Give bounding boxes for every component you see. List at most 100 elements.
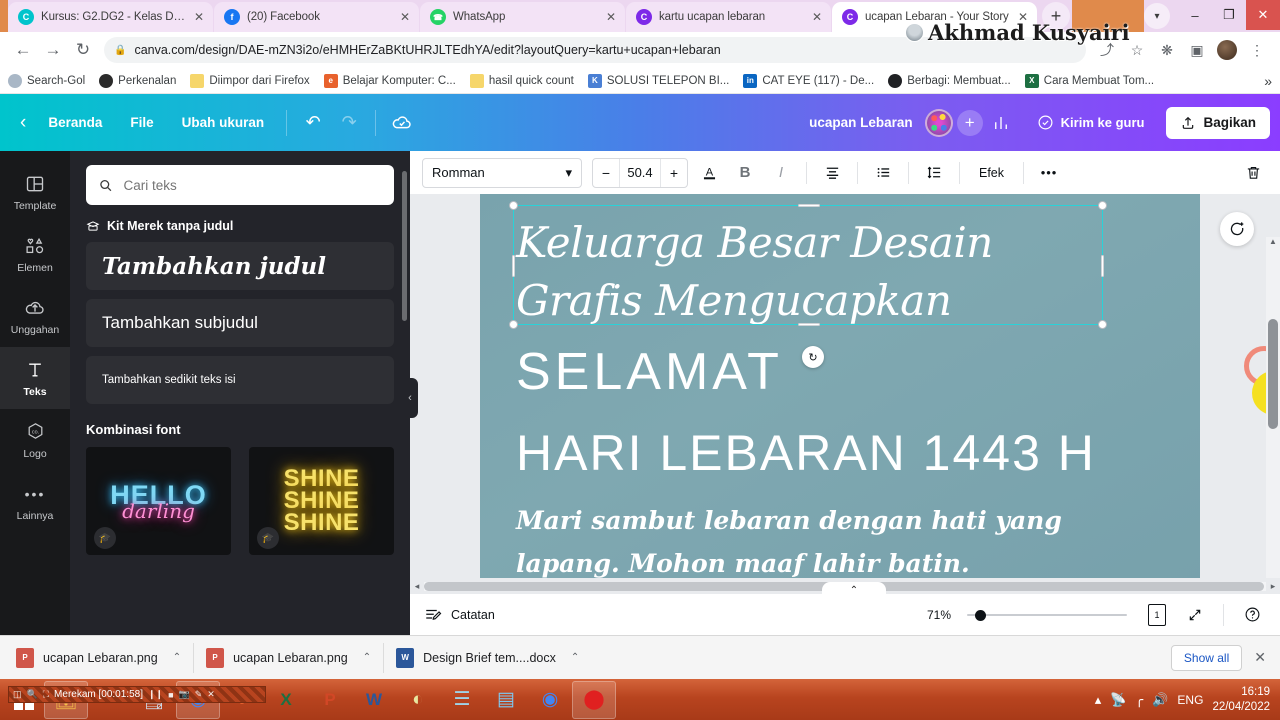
design-title[interactable]: ucapan Lebaran: [809, 115, 913, 130]
avatar[interactable]: [1212, 35, 1242, 65]
share-button[interactable]: Bagikan: [1166, 106, 1270, 139]
browser-tab[interactable]: (20) Facebook ✕: [214, 2, 419, 32]
tab-search-chevron-down-icon[interactable]: ▾: [1144, 3, 1170, 29]
extensions-puzzle-icon[interactable]: ❋: [1152, 35, 1182, 65]
bookmark-item[interactable]: hasil quick count: [469, 73, 574, 88]
scrollbar-thumb[interactable]: [1268, 319, 1278, 429]
chrome-menu-icon[interactable]: ⋮: [1242, 35, 1272, 65]
screen-recorder-toolbar[interactable]: ◫ 🔍 ⛶ Merekam [00:01:58] ❙❙ ■ 📷 ✎ ✕: [8, 686, 266, 703]
sidebar-item-lainnya[interactable]: ••• Lainnya: [0, 471, 70, 533]
redo-icon[interactable]: ↷: [331, 107, 367, 139]
download-item[interactable]: P ucapan Lebaran.png ⌃: [200, 642, 385, 673]
menu-ubah-ukuran[interactable]: Ubah ukuran: [168, 108, 279, 137]
canvas-text-sub[interactable]: Mari sambut lebaran dengan hati yang lap…: [516, 500, 1076, 585]
font-combo-card[interactable]: SHINE SHINE SHINE 🎓: [249, 447, 394, 555]
scroll-up-icon[interactable]: ▲: [1269, 237, 1277, 249]
trash-icon[interactable]: [1238, 158, 1268, 188]
fullscreen-icon[interactable]: [1181, 601, 1209, 629]
effects-button[interactable]: Efek: [970, 166, 1013, 180]
network-icon[interactable]: 📡: [1110, 692, 1126, 708]
chevron-up-icon[interactable]: ⌃: [173, 652, 181, 663]
paint-icon[interactable]: ◐: [396, 681, 440, 719]
page-count-badge[interactable]: 1: [1143, 601, 1171, 629]
add-subtitle-button[interactable]: Tambahkan subjudul: [86, 299, 394, 347]
back-icon[interactable]: ←: [8, 35, 38, 65]
chevron-up-icon[interactable]: ⌃: [363, 652, 371, 663]
font-family-select[interactable]: Romman ▾: [422, 157, 582, 188]
close-window-button[interactable]: ✕: [1246, 0, 1280, 30]
bullet-list-icon[interactable]: [868, 158, 898, 188]
stop-icon[interactable]: ■: [168, 690, 173, 700]
bookmarks-overflow-icon[interactable]: »: [1264, 73, 1272, 89]
resize-handle-bottom-right[interactable]: [1098, 320, 1107, 329]
selection-frame[interactable]: [509, 201, 1107, 329]
resize-handle-top-right[interactable]: [1098, 201, 1107, 210]
resize-handle-top[interactable]: [798, 204, 820, 207]
close-icon[interactable]: ✕: [809, 9, 825, 25]
bookmark-item[interactable]: Diimpor dari Firefox: [190, 73, 310, 88]
excel-icon[interactable]: X: [264, 681, 308, 719]
pencil-icon[interactable]: ✎: [195, 689, 203, 700]
chevron-up-icon[interactable]: ⌃: [571, 652, 579, 663]
close-icon[interactable]: ✕: [603, 9, 619, 25]
font-combo-card[interactable]: HELLO darling 🎓: [86, 447, 231, 555]
recorder-icon[interactable]: ⬤: [572, 680, 616, 719]
canvas-text-hari[interactable]: HARI LEBARAN 1443 H: [516, 424, 1096, 482]
resize-handle-bottom-left[interactable]: [509, 320, 518, 329]
cloud-saved-icon[interactable]: [384, 107, 420, 139]
notepad-icon[interactable]: ☰: [440, 681, 484, 719]
forward-icon[interactable]: →: [38, 35, 68, 65]
download-item[interactable]: W Design Brief tem....docx ⌃: [390, 643, 591, 673]
bookmark-item[interactable]: K SOLUSI TELEPON BI...: [587, 73, 729, 88]
italic-button[interactable]: I: [766, 158, 796, 188]
text-color-button[interactable]: A: [694, 158, 724, 188]
maximize-button[interactable]: ❐: [1212, 0, 1246, 30]
avatar[interactable]: [924, 108, 953, 137]
back-icon[interactable]: ‹: [20, 112, 26, 134]
resize-handle-right[interactable]: [1101, 255, 1104, 277]
bookmark-item[interactable]: Berbagi: Membuat...: [888, 73, 1011, 88]
sidebar-item-elemen[interactable]: Elemen: [0, 223, 70, 285]
chrome-window-icon[interactable]: ◉: [528, 681, 572, 719]
download-item[interactable]: P ucapan Lebaran.png ⌃: [10, 642, 195, 673]
canvas-vertical-scrollbar[interactable]: ▲: [1266, 237, 1280, 614]
font-size-increase-button[interactable]: +: [661, 159, 687, 187]
search-input[interactable]: [123, 177, 382, 193]
zoom-icon[interactable]: 🔍: [27, 689, 38, 700]
panel-scrollbar[interactable]: [402, 171, 407, 321]
region-icon[interactable]: ⛶: [43, 689, 49, 700]
font-size-stepper[interactable]: − 50.4 +: [592, 157, 688, 188]
crop-icon[interactable]: ◫: [13, 689, 22, 700]
scroll-left-icon[interactable]: ◂: [410, 581, 424, 592]
collapse-panel-button[interactable]: ‹: [402, 378, 418, 418]
browser-tab[interactable]: WhatsApp ✕: [420, 2, 625, 32]
scroll-right-icon[interactable]: ▸: [1266, 581, 1280, 592]
zoom-slider[interactable]: [967, 607, 1127, 623]
line-spacing-icon[interactable]: [919, 158, 949, 188]
powerpoint-icon[interactable]: P: [308, 681, 352, 719]
sidebar-item-template[interactable]: Template: [0, 161, 70, 223]
show-all-downloads-button[interactable]: Show all: [1170, 644, 1243, 671]
design-canvas[interactable]: Keluarga Besar Desain Grafis Mengucapkan…: [480, 194, 1200, 614]
language-indicator[interactable]: ENG: [1177, 693, 1203, 707]
canvas-text-selamat[interactable]: SELAMAT: [516, 342, 783, 402]
sidebar-item-unggahan[interactable]: Unggahan: [0, 285, 70, 347]
rotate-icon[interactable]: ↻: [802, 346, 824, 368]
send-to-teacher-button[interactable]: Kirim ke guru: [1025, 107, 1157, 138]
bookmark-item[interactable]: e Belajar Komputer: C...: [323, 73, 456, 88]
resize-handle-top-left[interactable]: [509, 201, 518, 210]
pause-icon[interactable]: ❙❙: [148, 689, 163, 700]
close-icon[interactable]: ✕: [207, 689, 215, 700]
minimize-button[interactable]: –: [1178, 0, 1212, 30]
browser-tab[interactable]: kartu ucapan lebaran ✕: [626, 2, 831, 32]
side-panel-icon[interactable]: ▣: [1182, 35, 1212, 65]
reload-icon[interactable]: ↻: [68, 35, 98, 65]
close-icon[interactable]: ✕: [397, 9, 413, 25]
volume-icon[interactable]: 🔊: [1152, 692, 1168, 708]
search-box[interactable]: [86, 165, 394, 205]
notes-button[interactable]: Catatan: [424, 606, 495, 624]
menu-beranda[interactable]: Beranda: [34, 108, 116, 137]
bookmark-item[interactable]: Search-Gol: [8, 73, 85, 88]
add-title-button[interactable]: Tambahkan judul: [86, 242, 394, 290]
clock[interactable]: 16:19 22/04/2022: [1212, 685, 1270, 714]
